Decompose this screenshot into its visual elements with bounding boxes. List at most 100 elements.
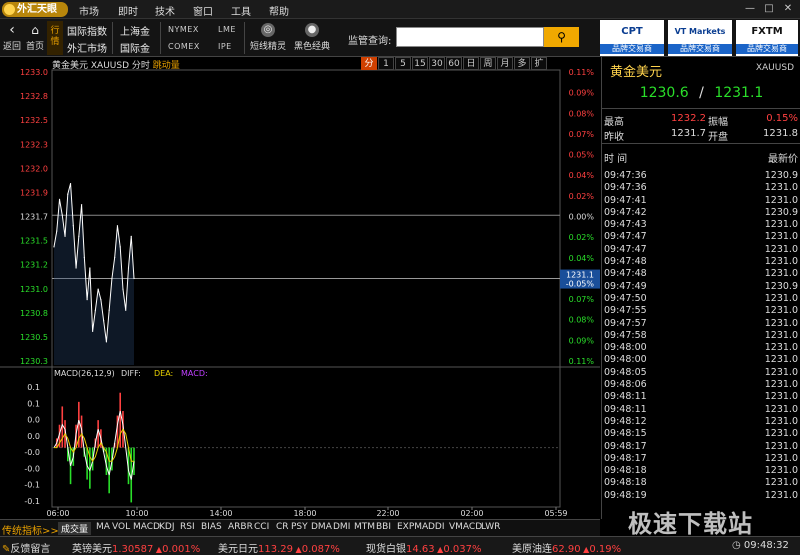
market-intl-index[interactable]: 国际指数 <box>67 23 107 38</box>
indicator-label[interactable]: 传统指标>> <box>2 522 59 537</box>
price-point <box>64 235 66 237</box>
close-button[interactable]: ✕ <box>782 3 794 15</box>
period-button-6[interactable]: 日 <box>463 57 479 70</box>
indicator-7[interactable]: ARBR <box>228 522 253 532</box>
ticker-name: 英镑美元 <box>72 544 112 555</box>
menu-help[interactable]: 帮助 <box>269 3 289 18</box>
indicator-16[interactable]: DDI <box>428 522 445 532</box>
short-line-spirit-button[interactable]: ◎ 短线精灵 <box>248 21 288 55</box>
indicator-10[interactable]: PSY <box>291 522 308 532</box>
feedback-link[interactable]: ✎反馈留言 <box>2 540 50 555</box>
indicator-5[interactable]: RSI <box>180 522 195 532</box>
y-tick-label: 1230.3 <box>20 357 48 366</box>
toolbar-divider <box>244 22 245 54</box>
indicator-13[interactable]: MTM <box>354 522 375 532</box>
indicator-17[interactable]: VMACD <box>449 522 482 532</box>
menu-technical[interactable]: 技术 <box>155 3 175 18</box>
period-button-3[interactable]: 15 <box>412 57 428 70</box>
clock-icon: ◷ <box>732 540 741 551</box>
period-button-10[interactable]: 扩 <box>531 57 547 70</box>
tick-row: 09:47:55 1231.0 <box>602 305 800 317</box>
ad-cpt[interactable]: CPT 品牌交易商 <box>600 20 664 56</box>
period-button-1[interactable]: 1 <box>378 57 394 70</box>
ticker-item[interactable]: 美原油连62.90 ▲0.19% <box>512 540 621 555</box>
monitor-query-input[interactable] <box>396 27 544 47</box>
tick-row: 09:47:42 1230.9 <box>602 207 800 219</box>
indicator-18[interactable]: LWR <box>481 522 500 532</box>
ad-vt-markets[interactable]: VT Markets 品牌交易商 <box>668 20 732 56</box>
indicator-9[interactable]: CR <box>276 522 289 532</box>
tick-row: 09:47:36 1230.9 <box>602 170 800 182</box>
chart-area[interactable]: 1233.0 1232.8 1232.5 1232.3 1232.0 1231.9 1231… <box>0 57 600 519</box>
home-button[interactable]: ⌂ 首页 <box>25 21 45 55</box>
menu-market[interactable]: 市场 <box>79 3 99 18</box>
tick-list[interactable]: 09:47:36 1230.9 09:47:36 1231.0 09:47:41 1231… <box>602 170 800 502</box>
indicator-3[interactable]: MACD <box>133 522 160 532</box>
indicator-8[interactable]: CCI <box>254 522 269 532</box>
tick-price: 1231.0 <box>764 366 798 378</box>
market-comex[interactable]: COMEX <box>168 42 200 51</box>
market-ipe[interactable]: IPE <box>218 42 232 51</box>
back-arrow-icon: ‹ <box>9 22 15 38</box>
ticker-item[interactable]: 美元日元113.29 ▲0.087% <box>218 540 340 555</box>
tick-time: 09:48:18 <box>604 477 647 489</box>
back-button[interactable]: ‹ 返回 <box>2 21 22 55</box>
indicator-15[interactable]: EXPMA <box>397 522 428 532</box>
period-button-5[interactable]: 60 <box>446 57 462 70</box>
y-tick-label: 1233.0 <box>20 68 48 77</box>
period-button-7[interactable]: 周 <box>480 57 496 70</box>
macd-panel-frame <box>51 366 561 508</box>
search-button[interactable]: ⚲ <box>544 27 579 47</box>
price-point <box>111 277 113 280</box>
indicator-0[interactable]: 成交量 <box>58 522 92 535</box>
tick-time: 09:48:00 <box>604 354 647 366</box>
tick-time: 09:48:05 <box>604 366 647 378</box>
indicator-11[interactable]: DMA <box>311 522 332 532</box>
menu-tools[interactable]: 工具 <box>231 3 251 18</box>
market-nymex[interactable]: NYMEX <box>168 25 199 34</box>
spirit-icon: ◎ <box>261 23 275 37</box>
price-point <box>100 299 102 301</box>
menu-window[interactable]: 窗口 <box>193 3 213 18</box>
back-label: 返回 <box>2 42 21 52</box>
period-button-2[interactable]: 5 <box>395 57 411 70</box>
indicator-4[interactable]: KDJ <box>159 522 175 532</box>
period-button-8[interactable]: 月 <box>497 57 513 70</box>
tick-time: 09:47:36 <box>604 170 647 181</box>
indicator-2[interactable]: VOL <box>112 522 130 532</box>
market-intl-gold[interactable]: 国际金 <box>120 40 150 55</box>
maximize-button[interactable]: □ <box>763 3 775 15</box>
tick-price: 1231.0 <box>764 194 798 206</box>
ticker-item[interactable]: 现货白银14.63 ▲0.037% <box>366 540 481 555</box>
chart-type-label: 分时 <box>131 61 150 71</box>
period-button-9[interactable]: 多 <box>514 57 530 70</box>
ad-vt-brand: VT Markets <box>674 27 726 36</box>
market-forex[interactable]: 外汇市场 <box>67 40 107 55</box>
indicator-6[interactable]: BIAS <box>201 522 222 532</box>
market-shanghai-gold[interactable]: 上海金 <box>120 23 150 38</box>
quote-tab[interactable]: 行情 <box>47 21 63 55</box>
ad-fxtm[interactable]: FXTM 品牌交易商 <box>736 20 798 56</box>
indicator-14[interactable]: BBI <box>376 522 391 532</box>
price-point <box>83 256 85 259</box>
market-lme[interactable]: LME <box>218 25 236 34</box>
tick-time: 09:48:15 <box>604 428 647 440</box>
toolbar-divider <box>112 22 113 54</box>
minimize-button[interactable]: — <box>744 3 756 15</box>
ticker-name: 现货白银 <box>366 544 406 555</box>
tick-row: 09:47:43 1231.0 <box>602 219 800 231</box>
ticker-change: 0.037% <box>443 544 482 555</box>
period-button-4[interactable]: 30 <box>429 57 445 70</box>
black-classic-button[interactable]: ● 黑色经典 <box>292 21 332 55</box>
ticker-item[interactable]: 英镑美元1.30587 ▲0.001% <box>72 540 200 555</box>
tick-price: 1231.0 <box>764 477 798 489</box>
y-tick-label: 1232.0 <box>20 164 48 173</box>
period-button-0[interactable]: 分 <box>361 57 377 70</box>
amplitude-value: 0.15% <box>766 113 798 124</box>
tick-row: 09:47:47 1231.0 <box>602 231 800 243</box>
menu-realtime[interactable]: 即时 <box>118 3 138 18</box>
indicator-12[interactable]: DMI <box>333 522 350 532</box>
up-triangle-icon: ▲ <box>293 545 302 554</box>
indicator-1[interactable]: MA <box>96 522 110 532</box>
intraday-chart[interactable]: 1233.0 1232.8 1232.5 1232.3 1232.0 1231.9 1231… <box>0 57 600 519</box>
